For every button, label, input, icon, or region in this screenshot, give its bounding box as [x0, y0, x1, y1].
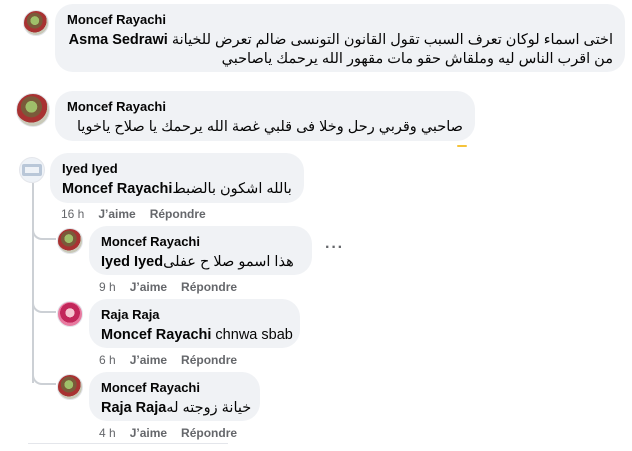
avatar[interactable] — [57, 228, 83, 254]
avatar[interactable] — [57, 374, 83, 400]
comment-text-line: اختى اسماء لوكان تعرف السبب تقول القانون… — [67, 31, 613, 50]
avatar-image — [22, 164, 42, 176]
comment-text: اختى اسماء لوكان تعرف السبب تقول القانون… — [167, 32, 613, 48]
thread-line — [32, 367, 56, 385]
reply-button[interactable]: Répondre — [181, 426, 237, 440]
reply-text: هذا اسمو صلا ح عفلى — [163, 254, 298, 270]
like-button[interactable]: J’aime — [98, 207, 135, 221]
comment-author[interactable]: Iyed Iyed — [62, 161, 292, 177]
reply-bubble: Moncef Rayachi Iyed Iyed هذا اسمو صلا ح … — [89, 226, 312, 275]
avatar[interactable] — [16, 93, 50, 127]
thread-line — [32, 295, 56, 313]
comment-text-line: Moncef Rayachi بالله اشكون بالضبط — [62, 180, 292, 199]
like-button[interactable]: J’aime — [130, 426, 167, 440]
reply-time[interactable]: 9 h — [99, 280, 116, 294]
avatar[interactable] — [19, 157, 45, 183]
comment-text-line: صاحبي وقربي رحل وخلا فى قلبي غصة الله ير… — [67, 118, 463, 137]
reply-author[interactable]: Raja Raja — [101, 307, 288, 323]
reply-text: خيانة زوجته له — [166, 400, 256, 416]
comment-time[interactable]: 16 h — [61, 207, 84, 221]
reply-bubble: Raja Raja Moncef Rayachi chnwa sbab — [89, 299, 300, 348]
reply-actions: 9 h J’aime Répondre — [99, 280, 251, 294]
reply-text-line: Raja Raja خيانة زوجته له — [101, 399, 251, 418]
comment-bubble: Moncef Rayachi صاحبي وقربي رحل وخلا فى ق… — [55, 91, 475, 141]
like-button[interactable]: J’aime — [130, 353, 167, 367]
reply-button[interactable]: Répondre — [150, 207, 206, 221]
reaction-icon[interactable] — [457, 145, 467, 147]
reply-actions: 4 h J’aime Répondre — [99, 426, 251, 440]
comment-author[interactable]: Moncef Rayachi — [67, 12, 613, 28]
avatar[interactable] — [23, 10, 49, 36]
comment-text: صاحبي وقربي رحل وخلا فى قلبي غصة الله ير… — [77, 119, 463, 135]
comment-text-line: من اقرب الناس ليه وملقاش حقو مات مقهور ا… — [67, 50, 613, 69]
reply-actions: 6 h J’aime Répondre — [99, 353, 251, 367]
reply-text-line: Moncef Rayachi chnwa sbab — [101, 326, 293, 345]
like-button[interactable]: J’aime — [130, 280, 167, 294]
divider — [28, 443, 228, 444]
comment-bubble: Moncef Rayachi اختى اسماء لوكان تعرف الس… — [55, 4, 625, 72]
mention-link[interactable]: Asma Sedrawi — [69, 32, 168, 48]
mention-link[interactable]: Moncef Rayachi — [101, 327, 211, 343]
thread-line — [32, 222, 56, 240]
reply-button[interactable]: Répondre — [181, 353, 237, 367]
comment-actions: 16 h J’aime Répondre — [61, 207, 220, 221]
reply-author[interactable]: Moncef Rayachi — [101, 234, 300, 250]
reply-button[interactable]: Répondre — [181, 280, 237, 294]
avatar[interactable] — [57, 301, 83, 327]
reply-text: chnwa sbab — [211, 327, 293, 343]
reply-author[interactable]: Moncef Rayachi — [101, 380, 248, 396]
comment-bubble: Iyed Iyed Moncef Rayachi بالله اشكون بال… — [50, 153, 304, 203]
mention-link[interactable]: Iyed Iyed — [101, 254, 163, 270]
comment-text: بالله اشكون بالضبط — [172, 181, 296, 197]
more-options-icon[interactable]: ··· — [325, 239, 344, 257]
reply-text-line: Iyed Iyed هذا اسمو صلا ح عفلى — [101, 253, 300, 272]
mention-link[interactable]: Moncef Rayachi — [62, 181, 172, 197]
thread-line — [32, 183, 34, 383]
reply-bubble: Moncef Rayachi Raja Raja خيانة زوجته له — [89, 372, 260, 421]
mention-link[interactable]: Raja Raja — [101, 400, 166, 416]
reply-time[interactable]: 6 h — [99, 353, 116, 367]
reply-time[interactable]: 4 h — [99, 426, 116, 440]
comment-text: من اقرب الناس ليه وملقاش حقو مات مقهور ا… — [221, 51, 613, 67]
comment-author[interactable]: Moncef Rayachi — [67, 99, 463, 115]
